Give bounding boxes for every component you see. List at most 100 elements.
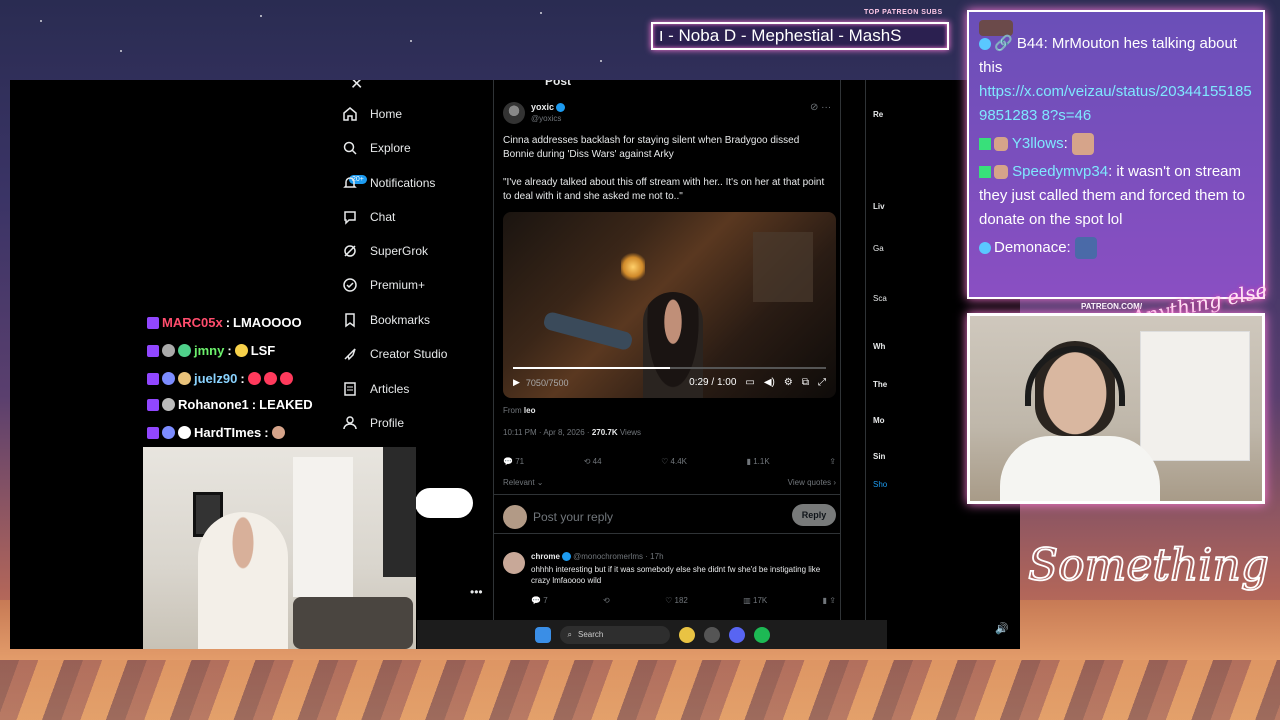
speaker-icon[interactable]: 🔊	[995, 622, 1009, 635]
view-quotes-link[interactable]: View quotes ›	[788, 478, 836, 487]
star	[410, 40, 412, 42]
right-sidebar-text: Ga	[873, 244, 884, 253]
nav-label: Chat	[370, 210, 396, 224]
post-button[interactable]	[415, 488, 473, 518]
chat-message: LMAOOOO	[233, 315, 302, 330]
pip-icon[interactable]: ⧉	[802, 377, 809, 388]
webcam-doorframe	[383, 447, 416, 577]
fullscreen-icon[interactable]: ⤢	[818, 377, 826, 388]
reply-text: ohhhh interesting but if it was somebody…	[531, 565, 821, 585]
from-value[interactable]: leo	[524, 406, 536, 415]
sub-badge-icon	[147, 372, 159, 385]
star	[120, 50, 122, 52]
article-icon	[344, 382, 356, 396]
captions-icon[interactable]: ▭	[745, 377, 754, 388]
repost-icon[interactable]: ⟲	[603, 596, 610, 605]
post-actions: 💬 71 ⟲ 44 ♡ 4.4K ▮ 1.1K ⇪	[503, 457, 836, 466]
emote-icon	[1071, 133, 1094, 156]
chat-user: MARC05x	[162, 315, 223, 330]
nav-bookmarks[interactable]: Bookmarks	[342, 306, 430, 334]
right-sidebar-text: The	[873, 380, 888, 389]
nav-profile[interactable]: Profile	[342, 409, 404, 437]
bookmark-icon	[345, 313, 355, 328]
reply-author[interactable]: chrome @monochromerlms · 17h	[531, 552, 664, 562]
bell-icon	[343, 177, 357, 188]
rocket-icon	[344, 348, 356, 361]
chat-line: jmny: LSF	[147, 343, 275, 358]
post-quote-text: "I've already talked about this off stre…	[503, 177, 825, 202]
nav-chat[interactable]: Chat	[342, 203, 395, 231]
nav-articles[interactable]: Articles	[342, 375, 409, 403]
reply-action[interactable]: 💬 7	[531, 596, 548, 605]
chat-line: juelz90:	[147, 371, 293, 386]
like-action[interactable]: ♡ 182	[665, 596, 688, 605]
post-handle[interactable]: @yoxics	[531, 114, 561, 123]
sort-label: Relevant	[503, 478, 535, 487]
video-progress-bar[interactable]	[513, 367, 826, 369]
repost-action[interactable]: ⟲ 44	[584, 457, 602, 466]
bookmark-action[interactable]: ▮ 1.1K	[747, 457, 770, 466]
share-icon[interactable]: ⇪	[829, 457, 836, 466]
chat-user: Rohanone1	[178, 397, 249, 412]
post-more-icon[interactable]: ⊘ ···	[810, 102, 831, 113]
chat-user: jmny	[194, 343, 225, 358]
webcam-shirt	[1000, 436, 1160, 501]
background-pattern	[0, 660, 1280, 720]
app-icon[interactable]	[703, 626, 720, 643]
taskbar-search-label: Search	[577, 630, 604, 639]
sort-dropdown[interactable]: Relevant ⌄	[503, 478, 544, 487]
nav-explore[interactable]: Explore	[342, 134, 411, 162]
views-action[interactable]: ▥ 17K	[743, 596, 767, 605]
reply-count: 71	[515, 457, 525, 466]
from-line: From leo	[503, 406, 535, 415]
badge-icon	[162, 398, 175, 411]
chrome-icon[interactable]	[678, 626, 695, 643]
sub-badge-icon	[147, 316, 159, 329]
windows-start-icon[interactable]	[534, 626, 551, 643]
verified-icon	[561, 552, 571, 562]
post-video[interactable]: ▶ 7050/7500 0:29 / 1:00 ▭ ◀) ⚙ ⧉ ⤢	[503, 212, 836, 398]
sub-badge-icon	[147, 398, 159, 411]
taskbar-search[interactable]: ⌕ Search	[559, 625, 670, 644]
post-author-name: yoxic	[531, 102, 555, 112]
avatar[interactable]	[503, 552, 525, 574]
post-author[interactable]: yoxic	[531, 102, 566, 113]
sub-badge-icon	[147, 344, 159, 357]
x-logo-icon[interactable]: ✕	[350, 80, 363, 94]
views-count: 270.7K	[591, 428, 618, 437]
volume-icon[interactable]: ◀)	[764, 377, 775, 388]
nav-label: Articles	[370, 382, 410, 396]
nav-notifications[interactable]: Notifications	[342, 169, 435, 197]
like-action[interactable]: ♡ 4.4K	[661, 457, 687, 466]
star	[260, 15, 262, 17]
sub-badge-icon	[147, 426, 159, 439]
chat-link[interactable]: https://x.com/veizau/status/203441551859…	[979, 83, 1252, 124]
brand-logo: Something else	[1028, 539, 1268, 592]
chat-line: HardTImes:	[147, 425, 285, 440]
nav-label: Home	[370, 107, 403, 121]
nav-label: Notifications	[370, 176, 436, 190]
more-icon[interactable]: •••	[470, 585, 483, 599]
nav-home[interactable]: Home	[342, 100, 402, 128]
nav-creator-studio[interactable]: Creator Studio	[342, 340, 447, 368]
spotify-icon[interactable]	[753, 626, 770, 643]
discord-badge-icon	[979, 38, 991, 51]
chat-message: 🔗 B44: MrMouton hes talking about this	[979, 35, 1238, 76]
nav-premium[interactable]: Premium+	[342, 271, 425, 299]
discord-icon[interactable]	[728, 626, 745, 643]
bookmark-icon[interactable]: ▮ ⇪	[823, 596, 836, 605]
emote-icon	[994, 165, 1008, 180]
settings-icon[interactable]: ⚙	[784, 377, 793, 388]
reply-action[interactable]: 💬 71	[503, 457, 524, 466]
reply-button[interactable]: Reply	[792, 504, 836, 526]
chat-message: https://x.com/veizau/status/203441551859…	[979, 80, 1253, 128]
reply-input[interactable]: Post your reply	[533, 510, 613, 524]
avatar[interactable]	[503, 102, 525, 124]
post-text: Cinna addresses backlash for staying sil…	[503, 135, 800, 160]
reply-author-handle: @monochromerlms · 17h	[573, 552, 664, 561]
chat-message: Y3llows:	[979, 132, 1253, 156]
page-title: Post	[545, 80, 572, 88]
play-icon[interactable]: ▶	[513, 377, 520, 388]
video-time: 0:29 / 1:00	[689, 377, 737, 388]
nav-supergrok[interactable]: SuperGrok	[342, 237, 428, 265]
